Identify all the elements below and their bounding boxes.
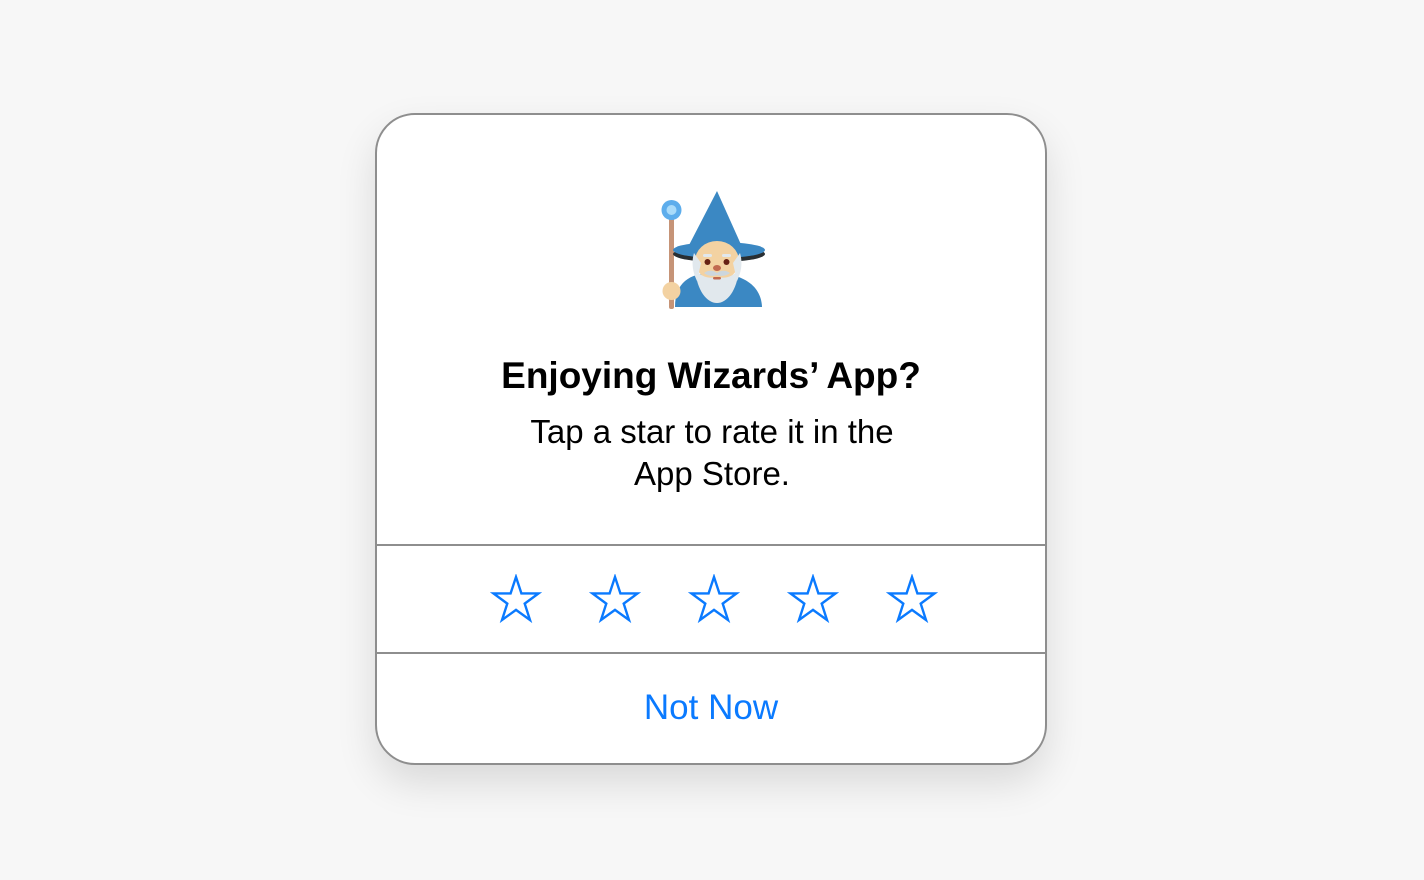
star-3-button[interactable] bbox=[688, 574, 740, 626]
dialog-message-line-2: App Store. bbox=[634, 455, 790, 492]
dialog-message-line-1: Tap a star to rate it in the bbox=[530, 413, 894, 450]
dialog-message: Tap a star to rate it in the App Store. bbox=[487, 411, 937, 495]
dialog-title: Enjoying Wizards’ App? bbox=[501, 355, 921, 396]
star-1-button[interactable] bbox=[490, 574, 542, 626]
star-rating bbox=[377, 546, 1045, 652]
rating-dialog: Enjoying Wizards’ App? Tap a star to rat… bbox=[375, 113, 1047, 765]
star-5-button[interactable] bbox=[886, 574, 938, 626]
dialog-header: Enjoying Wizards’ App? Tap a star to rat… bbox=[377, 115, 1045, 544]
not-now-button[interactable]: Not Now bbox=[377, 654, 1045, 763]
star-2-button[interactable] bbox=[589, 574, 641, 626]
mage-icon bbox=[661, 191, 765, 309]
star-4-button[interactable] bbox=[787, 574, 839, 626]
